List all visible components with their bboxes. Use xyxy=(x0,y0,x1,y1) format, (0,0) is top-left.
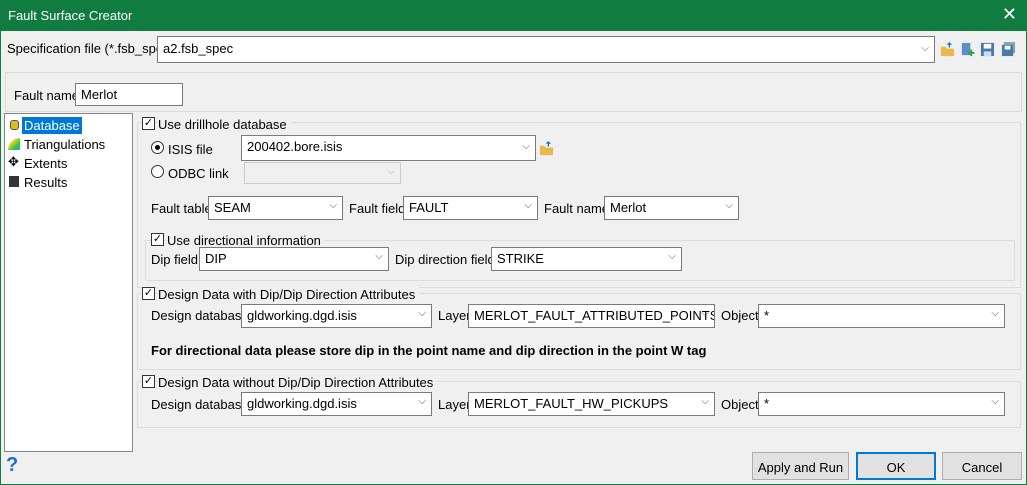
fault-name-input[interactable]: Merlot xyxy=(75,83,183,106)
open-folder-icon[interactable] xyxy=(539,141,554,156)
isis-file-combo[interactable]: 200402.bore.isis ⌵ xyxy=(241,135,536,161)
spec-file-combo[interactable]: a2.fsb_spec ⌵ xyxy=(157,36,935,63)
spec-file-value: a2.fsb_spec xyxy=(163,41,234,56)
section-tree: Database Triangulations ✥ Extents Result… xyxy=(4,113,133,452)
object-value: * xyxy=(764,308,770,323)
isis-file-label: ISIS file xyxy=(168,142,213,157)
design-db-label: Design database xyxy=(151,308,249,323)
chevron-down-icon: ⌵ xyxy=(668,251,676,262)
fault-field-label: Fault field xyxy=(349,201,406,216)
design-without-label: Design Data without Dip/Dip Direction At… xyxy=(158,375,438,390)
object-label: Object xyxy=(721,397,759,412)
drillhole-fault-name-combo[interactable]: Merlot ⌵ xyxy=(604,196,739,220)
save-as-icon[interactable] xyxy=(1001,42,1016,57)
triangulation-icon xyxy=(8,138,20,150)
layer-label: Layer xyxy=(438,308,471,323)
drillhole-fault-name-value: Merlot xyxy=(610,200,647,215)
design-db-value: gldworking.dgd.isis xyxy=(247,396,357,411)
design-db-label: Design database xyxy=(151,397,249,412)
object-combo[interactable]: * ⌵ xyxy=(758,392,1005,416)
dip-field-value: DIP xyxy=(205,251,227,266)
design-with-checkbox[interactable]: ✓ xyxy=(142,287,155,300)
layer-label: Layer xyxy=(438,397,471,412)
dip-field-label: Dip field xyxy=(151,252,198,267)
move-arrows-icon: ✥ xyxy=(8,154,19,169)
design-with-label: Design Data with Dip/Dip Direction Attri… xyxy=(158,287,420,302)
object-label: Object xyxy=(721,308,759,323)
chevron-down-icon: ⌵ xyxy=(921,43,929,54)
chevron-down-icon: ⌵ xyxy=(418,396,426,407)
chevron-down-icon: ⌵ xyxy=(725,200,733,211)
dip-field-combo[interactable]: DIP ⌵ xyxy=(199,247,389,271)
new-file-icon[interactable] xyxy=(960,42,975,57)
isis-file-value: 200402.bore.isis xyxy=(247,139,343,154)
design-without-checkbox[interactable]: ✓ xyxy=(142,375,155,388)
use-directional-checkbox[interactable]: ✓ xyxy=(151,233,164,246)
spec-label: Specification file (*.fsb_spec) xyxy=(7,41,174,56)
directional-note: For directional data please store dip in… xyxy=(151,343,707,358)
layer-combo[interactable]: MERLOT_FAULT_HW_PICKUPS ⌵ xyxy=(468,392,715,416)
use-drillhole-label: Use drillhole database xyxy=(158,117,291,132)
tree-item-label: Triangulations xyxy=(24,137,106,152)
odbc-link-radio[interactable] xyxy=(151,165,164,178)
chevron-down-icon: ⌵ xyxy=(329,200,337,211)
chevron-down-icon: ⌵ xyxy=(418,308,426,319)
window-title: Fault Surface Creator xyxy=(8,8,133,23)
chevron-down-icon: ⌵ xyxy=(991,308,999,319)
fault-field-combo[interactable]: FAULT ⌵ xyxy=(403,196,538,220)
chevron-down-icon: ⌵ xyxy=(701,308,709,319)
design-db-combo[interactable]: gldworking.dgd.isis ⌵ xyxy=(241,304,432,328)
fault-name-label: Fault name xyxy=(14,88,80,103)
close-icon[interactable]: ✕ xyxy=(1002,4,1017,25)
layer-value: MERLOT_FAULT_HW_PICKUPS xyxy=(474,396,669,411)
odbc-link-combo[interactable]: ⌵ xyxy=(244,162,401,184)
save-icon[interactable] xyxy=(980,42,995,57)
object-value: * xyxy=(764,396,770,411)
database-icon xyxy=(10,120,19,130)
chevron-down-icon: ⌵ xyxy=(701,396,709,407)
ok-button[interactable]: OK xyxy=(856,452,936,480)
chevron-down-icon: ⌵ xyxy=(522,141,530,152)
isis-file-radio[interactable] xyxy=(151,141,164,154)
tree-item-label: Results xyxy=(24,175,68,190)
chevron-down-icon: ⌵ xyxy=(375,251,383,262)
dip-direction-combo[interactable]: STRIKE ⌵ xyxy=(491,247,682,271)
design-db-combo[interactable]: gldworking.dgd.isis ⌵ xyxy=(241,392,432,416)
open-folder-icon[interactable] xyxy=(940,42,955,57)
fault-table-value: SEAM xyxy=(214,200,251,215)
save-icon xyxy=(9,176,19,187)
cancel-button[interactable]: Cancel xyxy=(942,452,1022,480)
tree-item-label: Extents xyxy=(24,156,68,171)
fault-table-label: Fault table xyxy=(151,201,212,216)
odbc-link-label: ODBC link xyxy=(168,166,229,181)
use-drillhole-checkbox[interactable]: ✓ xyxy=(142,117,155,130)
dip-direction-label: Dip direction field xyxy=(395,252,495,267)
design-db-value: gldworking.dgd.isis xyxy=(247,308,357,323)
dip-direction-value: STRIKE xyxy=(497,251,544,266)
layer-value: MERLOT_FAULT_ATTRIBUTED_POINTS_UPD. xyxy=(474,308,714,323)
fault-table-combo[interactable]: SEAM ⌵ xyxy=(208,196,343,220)
use-directional-label: Use directional information xyxy=(167,233,325,248)
help-icon[interactable]: ? xyxy=(6,454,18,477)
apply-and-run-button[interactable]: Apply and Run xyxy=(752,452,849,480)
layer-combo[interactable]: MERLOT_FAULT_ATTRIBUTED_POINTS_UPD.⌵ xyxy=(468,304,715,328)
chevron-down-icon: ⌵ xyxy=(387,166,395,177)
fault-field-value: FAULT xyxy=(409,200,449,215)
chevron-down-icon: ⌵ xyxy=(991,396,999,407)
drillhole-fault-name-label: Fault name xyxy=(544,201,610,216)
chevron-down-icon: ⌵ xyxy=(524,200,532,211)
tree-item-label: Database xyxy=(22,117,82,134)
title-bar: Fault Surface Creator ✕ xyxy=(0,0,1027,30)
object-combo[interactable]: * ⌵ xyxy=(758,304,1005,328)
